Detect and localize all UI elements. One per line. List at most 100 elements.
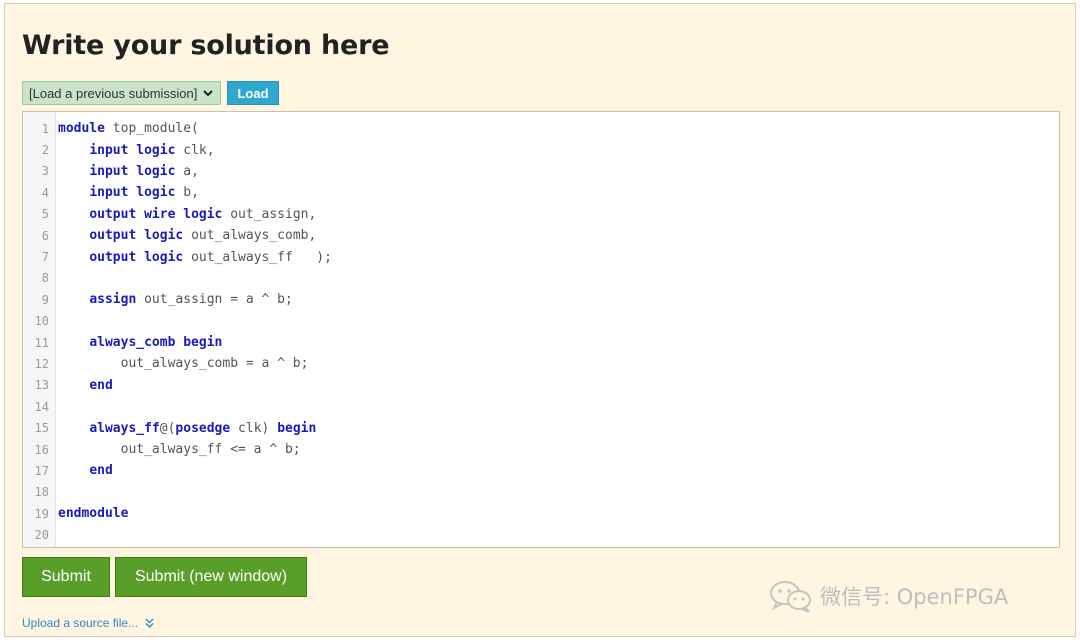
code-line: 3 input logic a, xyxy=(23,161,1059,182)
line-number: 14 xyxy=(34,399,49,414)
line-number: 3 xyxy=(41,164,49,179)
code-token: out_always_ff <= a ^ b; xyxy=(120,442,301,458)
code-token: out_assign = a ^ b; xyxy=(136,292,293,308)
line-number: 18 xyxy=(34,485,49,500)
load-submission-row: [Load a previous submission] Load xyxy=(22,81,279,105)
line-number: 12 xyxy=(34,356,49,371)
code-keyword: assign xyxy=(89,292,137,308)
code-line: 10 xyxy=(23,311,1059,332)
code-keyword: begin xyxy=(183,335,223,351)
watermark-text: 微信号: OpenFPGA xyxy=(820,585,1009,609)
code-keyword: input xyxy=(89,163,129,179)
code-keyword: input xyxy=(89,185,129,201)
code-text: assign out_assign = a ^ b; xyxy=(58,292,293,307)
code-keyword: logic xyxy=(136,163,176,179)
line-number: 9 xyxy=(41,292,49,307)
code-text: always_ff@(posedge clk) begin xyxy=(58,421,316,436)
code-keyword: logic xyxy=(144,228,184,244)
line-number: 19 xyxy=(34,506,49,521)
wechat-icon xyxy=(770,581,811,613)
code-text: output logic out_always_comb, xyxy=(58,228,316,243)
upload-source-label: Upload a source file... xyxy=(22,616,139,630)
chevron-down-icon xyxy=(203,90,213,97)
code-text: end xyxy=(58,378,112,393)
line-number: 16 xyxy=(34,442,49,457)
code-line: 17 end xyxy=(23,460,1059,481)
code-token: b, xyxy=(175,185,199,201)
page-title: Write your solution here xyxy=(22,30,390,61)
line-number: 5 xyxy=(41,207,49,222)
code-line: 13 end xyxy=(23,375,1059,396)
code-line: 9 assign out_assign = a ^ b; xyxy=(23,289,1059,310)
code-line: 12 out_always_comb = a ^ b; xyxy=(23,353,1059,374)
code-text: output logic out_always_ff ); xyxy=(58,250,332,265)
upload-source-link[interactable]: Upload a source file... xyxy=(22,616,155,630)
load-button[interactable]: Load xyxy=(227,81,279,105)
code-keyword: logic xyxy=(144,249,184,265)
line-number: 8 xyxy=(41,271,49,286)
code-text: out_always_ff <= a ^ b; xyxy=(58,442,301,457)
line-number: 15 xyxy=(34,421,49,436)
code-text: end xyxy=(58,463,112,478)
code-text: module top_module( xyxy=(58,121,199,136)
code-keyword: begin xyxy=(277,420,317,436)
line-number: 7 xyxy=(41,250,49,265)
code-text: always_comb begin xyxy=(58,335,222,350)
code-token: @( xyxy=(159,420,176,436)
code-token: out_always_ff ); xyxy=(183,249,332,265)
double-chevron-down-icon xyxy=(145,618,154,628)
code-line: 16 out_always_ff <= a ^ b; xyxy=(23,439,1059,460)
line-number: 4 xyxy=(41,185,49,200)
code-line: 15 always_ff@(posedge clk) begin xyxy=(23,417,1059,438)
line-number: 10 xyxy=(34,314,49,329)
code-line: 11 always_comb begin xyxy=(23,332,1059,353)
code-line: 5 output wire logic out_assign, xyxy=(23,204,1059,225)
code-text: input logic b, xyxy=(58,185,199,200)
code-line: 19 endmodule xyxy=(23,503,1059,524)
line-number: 13 xyxy=(34,378,49,393)
code-line: 14 xyxy=(23,396,1059,417)
code-keyword: output xyxy=(89,249,137,265)
code-keyword: always_ff xyxy=(89,420,160,436)
line-number: 6 xyxy=(41,228,49,243)
previous-submission-select-value: [Load a previous submission] xyxy=(29,85,198,101)
submit-new-window-button[interactable]: Submit (new window) xyxy=(115,557,307,597)
code-lines: 1 module top_module(2 input logic clk, 3 i… xyxy=(23,118,1059,546)
code-token: top_module( xyxy=(104,121,199,137)
code-line: 2 input logic clk, xyxy=(23,139,1059,160)
code-editor[interactable]: 1 module top_module(2 input logic clk, 3 i… xyxy=(22,111,1060,548)
previous-submission-select[interactable]: [Load a previous submission] xyxy=(22,81,221,105)
code-text: endmodule xyxy=(58,506,128,521)
code-line: 1 module top_module( xyxy=(23,118,1059,139)
code-line: 6 output logic out_always_comb, xyxy=(23,225,1059,246)
submit-buttons: Submit Submit (new window) xyxy=(22,557,307,597)
code-keyword: logic xyxy=(136,185,176,201)
code-line: 20 xyxy=(23,524,1059,545)
code-text: input logic clk, xyxy=(58,142,215,158)
code-text: input logic a, xyxy=(58,164,199,179)
code-line: 7 output logic out_always_ff ); xyxy=(23,246,1059,267)
code-keyword: always_comb xyxy=(89,335,176,351)
submit-button[interactable]: Submit xyxy=(22,557,110,597)
code-text: out_always_comb = a ^ b; xyxy=(58,356,309,371)
code-line: 18 xyxy=(23,482,1059,503)
code-keyword: output xyxy=(89,206,137,222)
code-text: output wire logic out_assign, xyxy=(58,207,316,222)
line-number: 17 xyxy=(34,463,49,478)
code-line: 8 xyxy=(23,268,1059,289)
code-keyword: input xyxy=(89,142,129,158)
code-keyword: logic xyxy=(183,206,223,222)
code-token: clk, xyxy=(175,142,215,158)
